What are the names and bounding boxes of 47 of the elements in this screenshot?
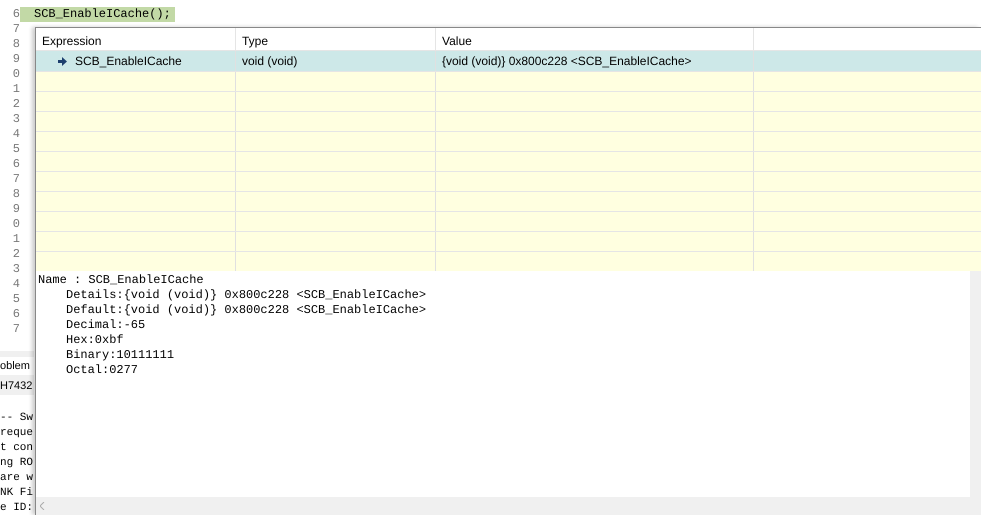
console-title: H7432 — [0, 379, 34, 394]
line-number: 2 — [12, 247, 20, 262]
console-line: reque — [0, 426, 34, 441]
expression-cell-text: SCB_EnableICache — [75, 53, 182, 70]
line-number: 3 — [12, 112, 20, 127]
console-line: t con — [0, 441, 34, 456]
line-number: 8 — [12, 37, 20, 52]
console-line: ng RO — [0, 456, 34, 471]
detail-line: Octal:0277 — [65, 363, 140, 378]
line-number: 1 — [12, 232, 20, 247]
line-number: 4 — [12, 277, 20, 292]
column-header[interactable]: Expression — [36, 28, 236, 50]
expression-row[interactable]: SCB_EnableICache void (void) {void (void)} 0x800c228 <SCB_EnableICache> — [36, 51, 981, 71]
line-number: 0 — [12, 67, 20, 82]
console-line: are w — [0, 471, 34, 486]
line-number: 7 — [12, 22, 20, 37]
line-number: 3 — [12, 262, 20, 277]
line-number: 7 — [12, 172, 20, 187]
line-number: 2 — [12, 97, 20, 112]
problems-tab[interactable]: oblem — [0, 357, 34, 375]
arrow-icon — [58, 56, 67, 66]
line-number: 7 — [12, 322, 20, 337]
line-number: 9 — [12, 202, 20, 217]
console-line: -- Sw — [0, 411, 34, 426]
console-line: e ID: — [0, 501, 34, 515]
line-number: 5 — [12, 142, 20, 157]
horizontal-scrollbar[interactable] — [36, 497, 981, 515]
line-number: 9 — [12, 52, 20, 67]
line-number: 4 — [12, 127, 20, 142]
vertical-scrollbar[interactable] — [970, 271, 981, 497]
scroll-left-icon[interactable] — [40, 502, 45, 510]
detail-line: Binary:10111111 — [65, 348, 176, 363]
detail-line: Name : SCB_EnableICache — [38, 273, 205, 288]
line-number: 6 — [12, 157, 20, 172]
column-header[interactable]: Value — [436, 28, 754, 50]
line-number: 1 — [12, 82, 20, 97]
line-number: 5 — [12, 292, 20, 307]
console-line: NK Fi — [0, 486, 34, 501]
detail-line: Decimal:-65 — [65, 318, 146, 333]
detail-line: Details:{void (void)} 0x800c228 <SCB_EnableICache> — [65, 288, 428, 303]
detail-line: Hex:0xbf — [65, 333, 125, 348]
detail-line: Default:{void (void)} 0x800c228 <SCB_EnableICache> — [65, 303, 428, 318]
line-number: 0 — [12, 217, 20, 232]
column-header[interactable]: Type — [236, 28, 436, 50]
line-number: 8 — [12, 187, 20, 202]
line-number: 6 — [12, 7, 20, 22]
line-number: 6 — [12, 307, 20, 322]
